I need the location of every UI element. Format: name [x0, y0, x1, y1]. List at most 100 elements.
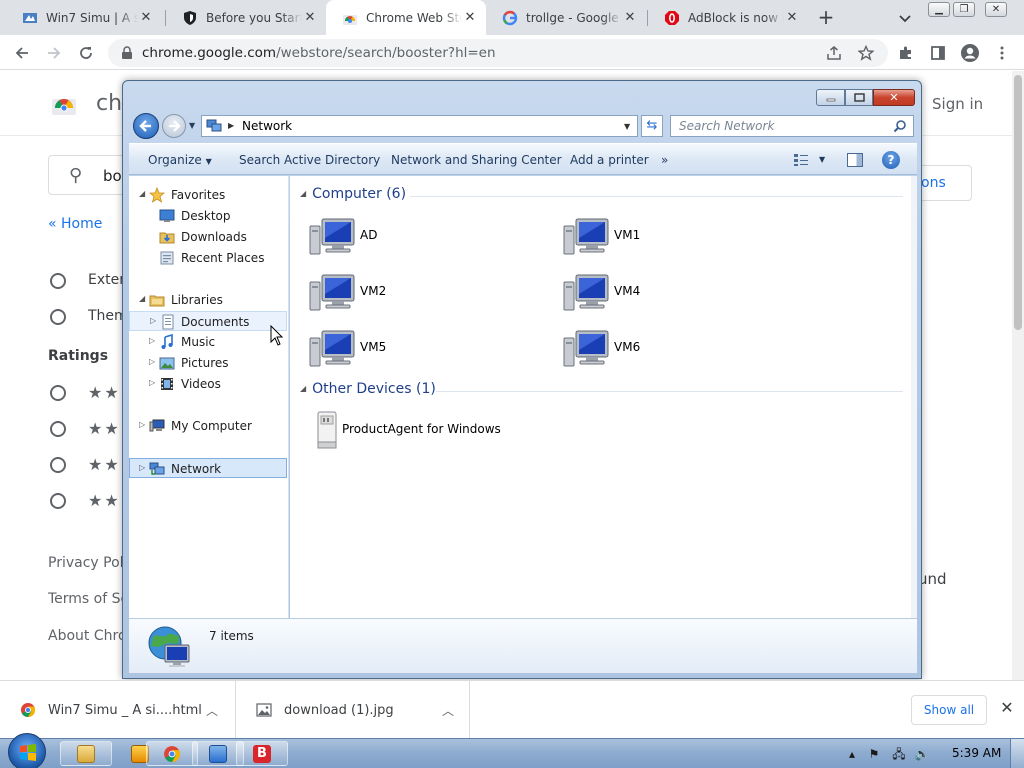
tab-before-you-start[interactable]: Before you Start ✕	[166, 0, 326, 35]
menu-button[interactable]	[990, 41, 1014, 65]
taskbar-explorer[interactable]	[60, 741, 112, 766]
radio-themes[interactable]	[50, 309, 66, 325]
start-button[interactable]	[8, 733, 46, 768]
action-center-flag-icon[interactable]: ⚑	[866, 746, 882, 762]
tree-documents[interactable]: ▷ Documents	[129, 311, 287, 331]
download-item[interactable]: download (1).jpg ︿	[236, 681, 470, 739]
address-bar[interactable]: chrome.google.com/webstore/search/booste…	[108, 39, 888, 67]
close-tab-icon[interactable]: ✕	[302, 10, 318, 26]
explorer-minimize-button[interactable]	[816, 89, 845, 106]
share-button[interactable]	[822, 41, 846, 65]
expand-arrow-icon[interactable]: ▷	[149, 357, 155, 366]
help-icon[interactable]: ?	[882, 151, 900, 169]
profile-button[interactable]	[958, 41, 982, 65]
window-restore-button[interactable]: ❐	[953, 2, 975, 17]
preview-pane-icon[interactable]	[847, 153, 863, 167]
explorer-search-input[interactable]: Search Network	[670, 115, 914, 137]
terms-of-service-link[interactable]: Terms of Se	[48, 591, 129, 607]
view-options-dropdown[interactable]: ▼	[819, 155, 825, 164]
close-tab-icon[interactable]: ✕	[784, 10, 800, 26]
expand-arrow-icon[interactable]: ▷	[139, 420, 145, 429]
explorer-maximize-button[interactable]	[845, 89, 873, 106]
close-downloads-bar-icon[interactable]: ✕	[998, 699, 1016, 717]
tab-adblock[interactable]: AdBlock is now installed ✕	[648, 0, 808, 35]
new-tab-button[interactable]: +	[815, 7, 837, 29]
extensions-button[interactable]	[894, 41, 918, 65]
tree-music[interactable]: ▷ Music	[129, 332, 287, 352]
tree-downloads[interactable]: Downloads	[129, 227, 287, 247]
radio-rating[interactable]	[50, 457, 66, 473]
expand-arrow-icon[interactable]: ◢	[139, 294, 145, 303]
download-item[interactable]: Win7 Simu _ A si....html ︿	[0, 681, 236, 739]
volume-icon[interactable]: 🔈	[914, 746, 930, 762]
chevron-up-icon[interactable]: ︿	[206, 702, 218, 719]
tree-recent-places[interactable]: Recent Places	[129, 248, 287, 268]
tree-pictures[interactable]: ▷ Pictures	[129, 353, 287, 373]
search-icon[interactable]	[893, 119, 907, 133]
more-commands-button[interactable]: »	[661, 153, 668, 167]
privacy-policy-link[interactable]: Privacy Pol	[48, 555, 124, 571]
home-link[interactable]: « Home	[48, 216, 102, 232]
add-printer-button[interactable]: Add a printer	[570, 153, 649, 167]
page-scrollbar[interactable]	[1012, 71, 1024, 680]
back-button[interactable]	[133, 113, 159, 139]
device-item[interactable]: ProductAgent for Windows	[308, 408, 568, 456]
recent-pages-dropdown[interactable]: ▼	[189, 121, 195, 130]
collapse-arrow-icon[interactable]: ◢	[300, 189, 306, 198]
refresh-button[interactable]: ⇆	[641, 115, 663, 137]
explorer-address-bar[interactable]: ▶ Network ▼	[201, 115, 638, 137]
show-desktop-button[interactable]	[1010, 739, 1024, 768]
change-view-icon[interactable]	[793, 153, 809, 167]
forward-button[interactable]	[42, 41, 66, 65]
network-sharing-center-button[interactable]: Network and Sharing Center	[391, 153, 562, 167]
sign-in-link[interactable]: Sign in	[932, 95, 983, 113]
show-hidden-icons[interactable]: ▴	[844, 746, 860, 762]
chevron-down-icon[interactable]	[896, 9, 914, 27]
radio-rating[interactable]	[50, 493, 66, 509]
scrollbar-thumb[interactable]	[1014, 75, 1022, 330]
chevron-up-icon[interactable]: ︿	[442, 702, 454, 719]
close-tab-icon[interactable]: ✕	[622, 10, 638, 26]
tree-libraries[interactable]: ◢ Libraries	[129, 290, 287, 310]
radio-rating[interactable]	[50, 421, 66, 437]
taskbar-chrome[interactable]	[146, 741, 198, 766]
tree-favorites[interactable]: ◢ Favorites	[129, 185, 287, 205]
expand-arrow-icon[interactable]: ▷	[149, 336, 155, 345]
radio-extensions[interactable]	[50, 273, 66, 289]
back-button[interactable]	[10, 41, 34, 65]
side-panel-button[interactable]	[926, 41, 950, 65]
close-tab-icon[interactable]: ✕	[462, 10, 478, 26]
content-scrollbar[interactable]	[911, 176, 917, 618]
clock[interactable]: 5:39 AM	[952, 746, 1001, 760]
group-header-computer[interactable]: ◢ Computer (6)	[300, 186, 406, 202]
taskbar-app-b[interactable]: B	[236, 741, 288, 766]
window-minimize-button[interactable]: ▁	[928, 2, 950, 17]
breadcrumb-arrow-icon[interactable]: ▶	[228, 121, 234, 130]
close-tab-icon[interactable]: ✕	[138, 10, 154, 26]
expand-arrow-icon[interactable]: ▷	[139, 463, 145, 472]
tree-my-computer[interactable]: ▷ My Computer	[129, 416, 287, 436]
group-header-other-devices[interactable]: ◢ Other Devices (1)	[300, 381, 436, 397]
collapse-arrow-icon[interactable]: ◢	[300, 384, 306, 393]
bookmark-button[interactable]	[854, 41, 878, 65]
reload-button[interactable]	[74, 41, 98, 65]
explorer-close-button[interactable]: ✕	[873, 89, 915, 106]
tab-google-search[interactable]: trollge - Google Search ✕	[486, 0, 646, 35]
address-history-dropdown[interactable]: ▼	[624, 122, 630, 131]
tab-chrome-web-store[interactable]: Chrome Web Store ✕	[326, 0, 486, 35]
expand-arrow-icon[interactable]: ▷	[149, 378, 155, 387]
tree-desktop[interactable]: Desktop	[129, 206, 287, 226]
organize-button[interactable]: Organize ▼	[148, 153, 212, 167]
expand-arrow-icon[interactable]: ◢	[139, 189, 145, 198]
search-active-directory-button[interactable]: Search Active Directory	[239, 153, 380, 167]
show-all-downloads-button[interactable]: Show all	[911, 695, 987, 725]
expand-arrow-icon[interactable]: ▷	[150, 316, 156, 325]
breadcrumb-network[interactable]: Network	[242, 119, 292, 133]
tree-network[interactable]: ▷ Network	[129, 458, 287, 478]
window-close-button[interactable]: ✕	[985, 2, 1007, 17]
radio-rating[interactable]	[50, 385, 66, 401]
network-tray-icon[interactable]: 🖧	[891, 746, 907, 762]
tree-videos[interactable]: ▷ Videos	[129, 374, 287, 394]
tab-win7-simu[interactable]: Win7 Simu | A simulator ✕	[6, 0, 162, 35]
forward-button[interactable]	[162, 114, 186, 138]
